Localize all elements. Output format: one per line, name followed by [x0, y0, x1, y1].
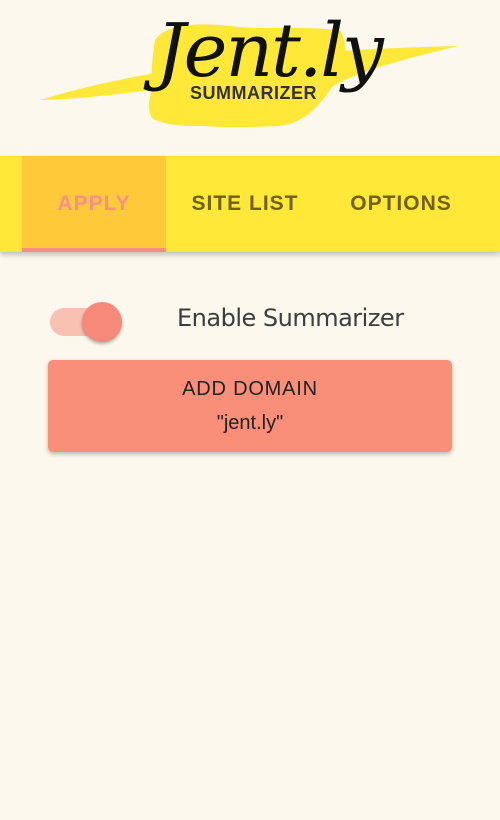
add-domain-label: ADD DOMAIN [182, 377, 318, 400]
tab-site-list[interactable]: SITE LIST [172, 156, 318, 252]
tab-bar: APPLY SITE LIST OPTIONS [0, 156, 500, 252]
tab-options[interactable]: OPTIONS [330, 156, 472, 252]
enable-summarizer-row: Enable Summarizer [48, 298, 452, 346]
logo-subtitle: SUMMARIZER [190, 83, 317, 103]
enable-summarizer-label: Enable Summarizer [177, 304, 404, 332]
header: Jent.ly SUMMARIZER [0, 0, 500, 156]
logo-wordmark: Jent.ly [156, 8, 384, 94]
add-domain-button[interactable]: ADD DOMAIN "jent.ly" [48, 360, 452, 452]
toggle-knob[interactable] [82, 302, 122, 342]
tab-apply[interactable]: APPLY [22, 156, 166, 252]
add-domain-value: "jent.ly" [216, 411, 284, 434]
